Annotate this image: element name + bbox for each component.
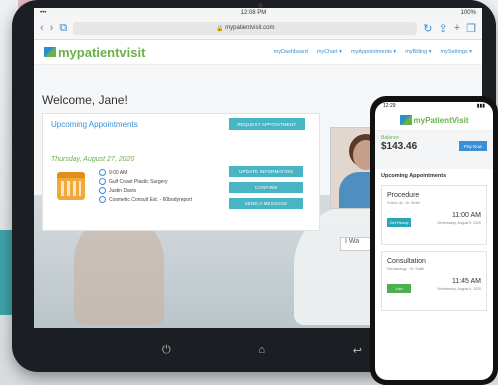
- send-message-button[interactable]: SEND A MESSAGE: [229, 198, 303, 209]
- nav-billing[interactable]: myBilling ▾: [405, 49, 431, 55]
- appointment-subtitle: Follow Up · Dr. Smith: [387, 201, 421, 205]
- phone-screen: 12:29 ▮▮▮ myPatientVisit Balance $143.46…: [375, 102, 493, 380]
- appointment-time: 11:00 AM: [451, 212, 481, 219]
- detail-type: Cosmetic Consult Est. - 60bodyreport: [99, 196, 192, 203]
- welcome-heading: Welcome, Jane!: [42, 93, 128, 107]
- appointments-card: Upcoming Appointments REQUEST APPOINTMEN…: [42, 113, 320, 231]
- balance-panel: Balance $143.46 Pay Now: [375, 131, 493, 169]
- logo-icon: [44, 47, 56, 57]
- new-tab-icon[interactable]: +: [454, 22, 460, 34]
- url-bar[interactable]: 🔒 mypatientvisit.com: [73, 21, 418, 35]
- appointment-subtitle: Dermatology · Dr. Smith: [387, 267, 425, 271]
- forward-icon[interactable]: ›: [50, 22, 54, 34]
- status-battery: 100%: [460, 9, 476, 16]
- browser-toolbar: ‹ › ⧉ 🔒 mypatientvisit.com ↻ ⇪ + ❐: [34, 17, 482, 40]
- android-nav-bar: ⏻ ⌂ ↩: [162, 344, 362, 357]
- site-logo[interactable]: mypatientvisit: [44, 45, 145, 60]
- back-icon[interactable]: ‹: [40, 22, 44, 34]
- nav-appointments[interactable]: myAppointments ▾: [351, 49, 396, 55]
- phone-header: myPatientVisit: [375, 110, 493, 131]
- confirm-button[interactable]: CONFIRM: [229, 182, 303, 193]
- detail-location: Gulf Coast Plastic Surgery: [99, 178, 168, 185]
- detail-time: 9:00 AM: [99, 169, 127, 176]
- home-icon[interactable]: ⌂: [258, 344, 265, 357]
- site-header: mypatientvisit myDashboard myChart ▾ myA…: [34, 40, 482, 65]
- phone-section-title: Upcoming Appointments: [381, 173, 447, 179]
- update-information-button[interactable]: UPDATE INFORMATION: [229, 166, 303, 177]
- phone-logo-text: myPatientVisit: [413, 115, 469, 125]
- phone-time: 12:29: [383, 103, 396, 109]
- appointment-card[interactable]: Consultation Dermatology · Dr. Smith Joi…: [381, 251, 487, 311]
- photo-person-left: [74, 215, 164, 325]
- logo-text: mypatientvisit: [58, 44, 146, 60]
- appointment-date: Thursday, August 27, 2020: [51, 156, 135, 163]
- appointments-title: Upcoming Appointments: [51, 120, 138, 129]
- status-time: 12:08 PM: [240, 9, 267, 16]
- appointment-card[interactable]: Procedure Follow Up · Dr. Smith Get Read…: [381, 185, 487, 245]
- status-left: •••: [40, 9, 47, 16]
- calendar-icon: [57, 172, 85, 200]
- detail-provider: Justin Davis: [99, 187, 136, 194]
- phone-signal-icon: ▮▮▮: [476, 103, 485, 109]
- clock-icon: [99, 169, 106, 176]
- appointment-title: Procedure: [387, 192, 420, 199]
- location-pin-icon: [99, 178, 106, 185]
- tabs-icon[interactable]: ❐: [466, 22, 476, 35]
- share-icon[interactable]: ⇪: [438, 22, 447, 35]
- appointment-date-small: Wednesday, August 5, 2020: [437, 287, 481, 291]
- status-bar: ••• 12:08 PM 100%: [34, 8, 482, 17]
- appointment-title: Consultation: [387, 258, 426, 265]
- appointment-time: 11:45 AM: [451, 278, 481, 285]
- person-icon: [99, 187, 106, 194]
- power-icon[interactable]: ⏻: [162, 344, 171, 357]
- get-ready-button[interactable]: Get Ready: [387, 218, 411, 227]
- nav-dashboard[interactable]: myDashboard: [274, 49, 308, 55]
- pay-now-button[interactable]: Pay Now: [459, 141, 487, 151]
- url-text: mypatientvisit.com: [225, 25, 275, 31]
- appointment-date-small: Wednesday, August 5, 2020: [437, 221, 481, 225]
- phone-status-bar: 12:29 ▮▮▮: [375, 102, 493, 110]
- bookmarks-icon[interactable]: ⧉: [59, 22, 67, 35]
- join-button[interactable]: Join: [387, 284, 411, 293]
- request-appointment-button[interactable]: REQUEST APPOINTMENT: [229, 118, 305, 130]
- reload-icon[interactable]: ↻: [423, 22, 432, 35]
- phone-logo-icon: [399, 115, 412, 125]
- nav-settings[interactable]: mySettings ▾: [441, 49, 473, 55]
- back-nav-icon[interactable]: ↩: [353, 344, 362, 357]
- lock-icon: 🔒: [215, 25, 226, 32]
- note-icon: [99, 196, 106, 203]
- top-nav: myDashboard myChart ▾ myAppointments ▾ m…: [274, 49, 472, 55]
- nav-chart[interactable]: myChart ▾: [317, 49, 342, 55]
- phone-device: 12:29 ▮▮▮ myPatientVisit Balance $143.46…: [370, 96, 498, 385]
